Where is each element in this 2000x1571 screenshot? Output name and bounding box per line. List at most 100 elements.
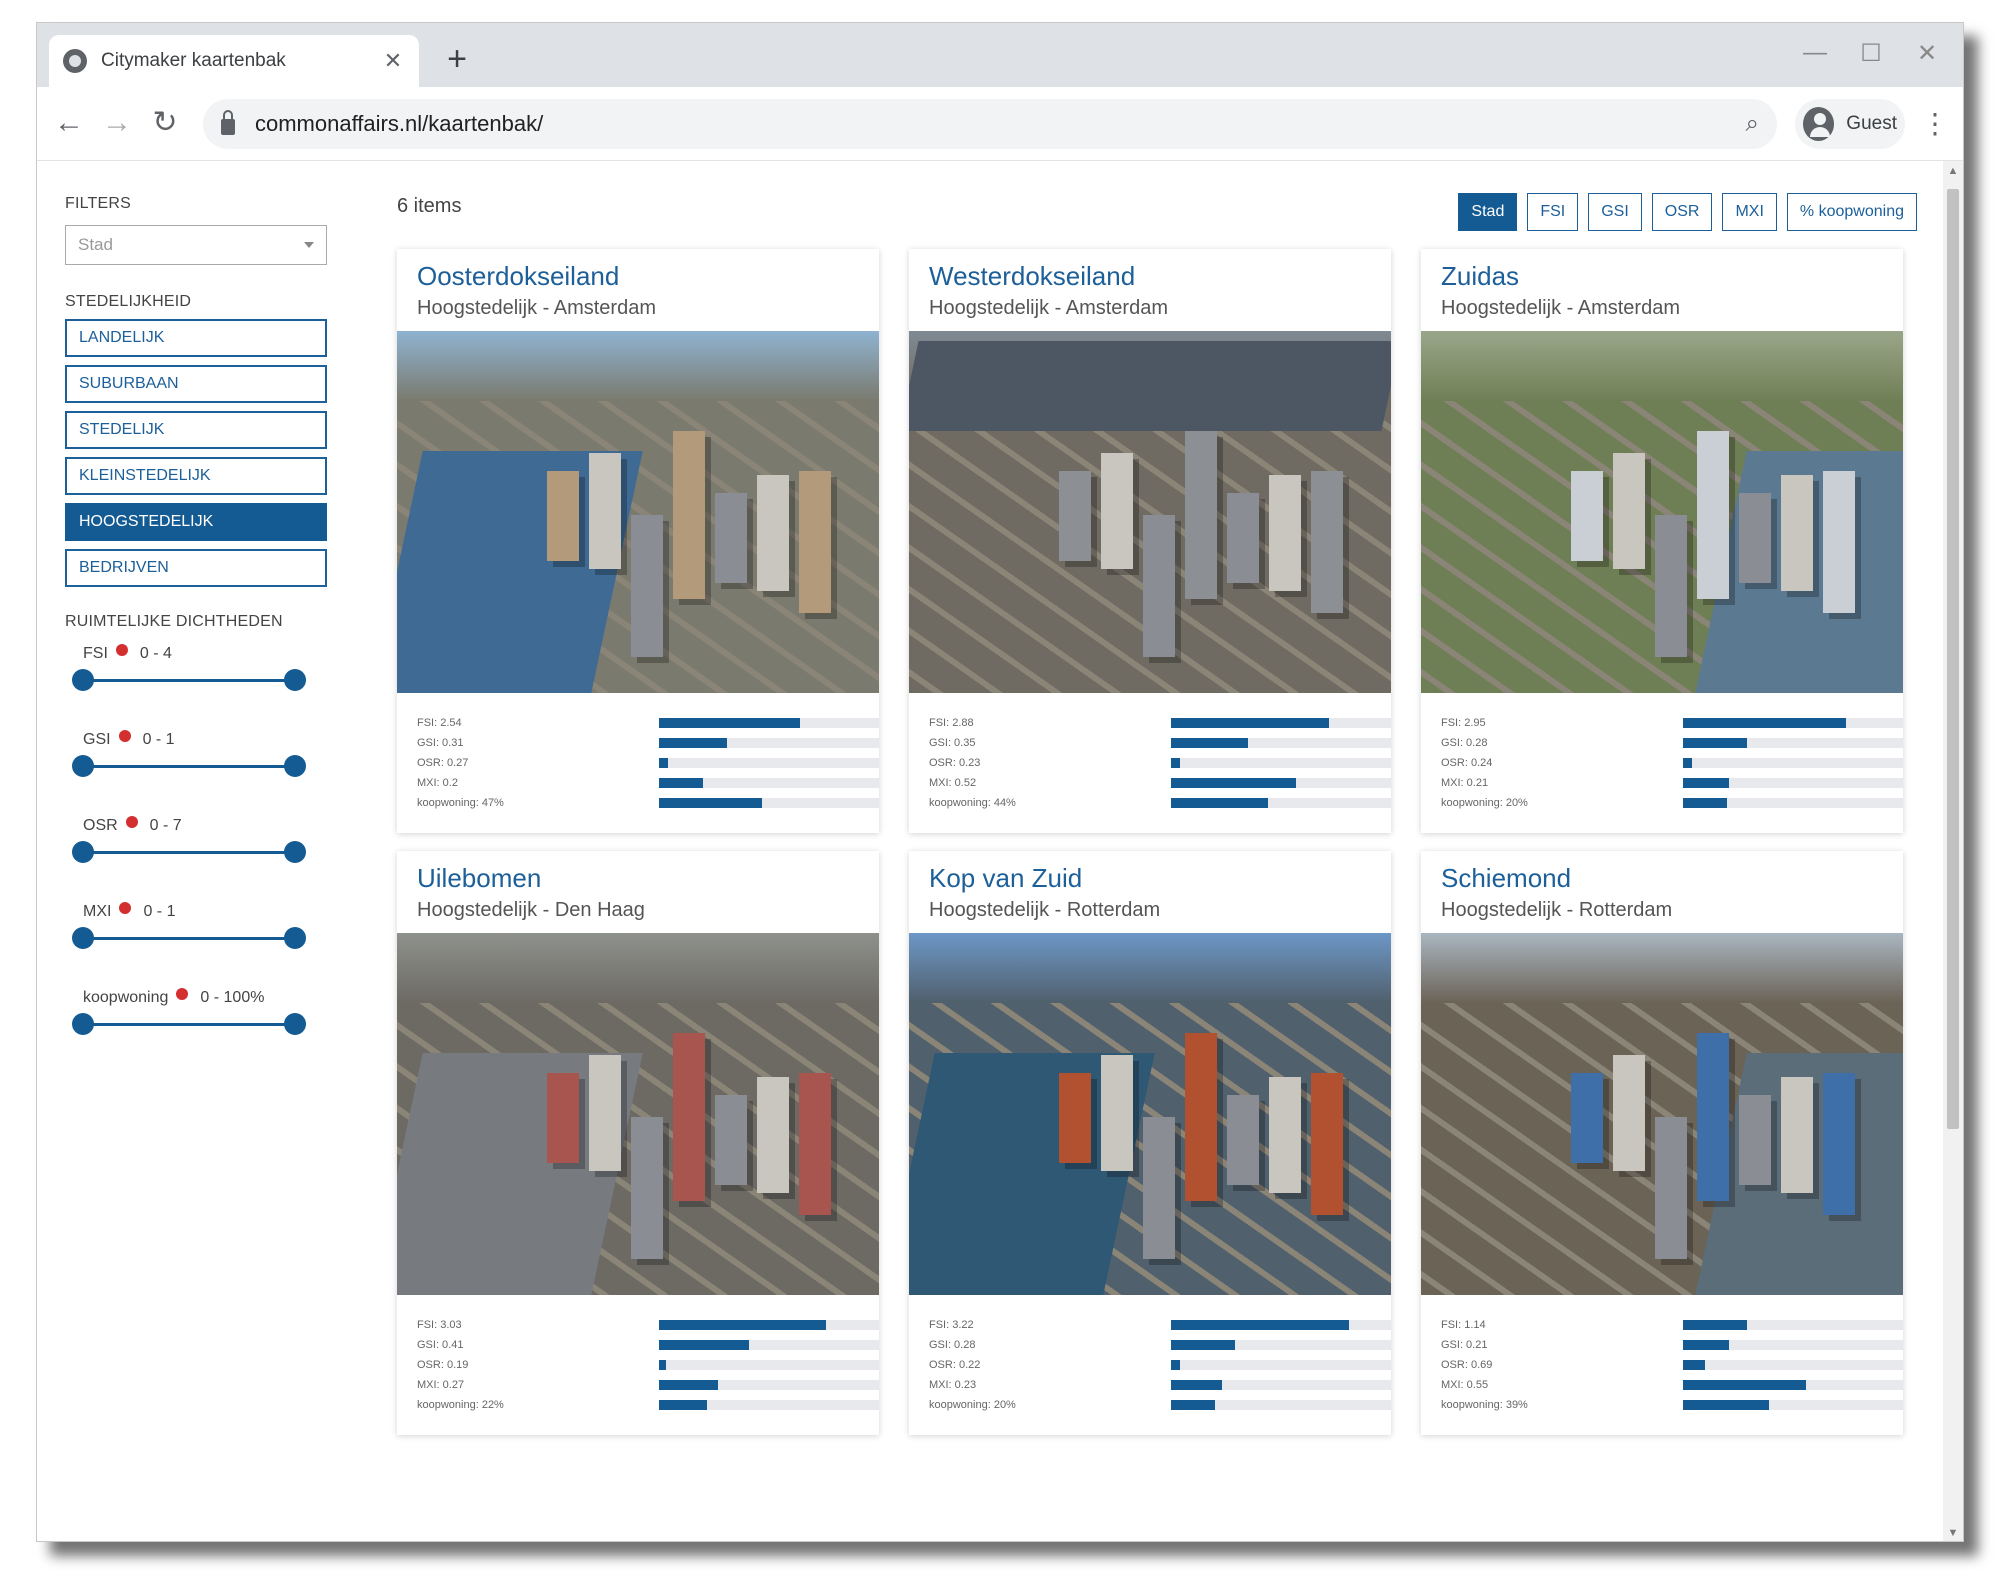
slider-label: koopwoning 0 - 100% (83, 988, 264, 1007)
location-card[interactable]: Zuidas Hoogstedelijk - Amsterdam FSI: 2.95… (1421, 249, 1903, 833)
stat-bar-track (1171, 778, 1391, 788)
card-title[interactable]: Schiemond (1441, 863, 1571, 894)
browser-tab[interactable]: Citymaker kaartenbak ✕ (49, 35, 419, 87)
stat-label: koopwoning: 20% (929, 1399, 1016, 1411)
sort-button-koopwoning[interactable]: % koopwoning (1786, 193, 1917, 231)
address-bar[interactable]: commonaffairs.nl/kaartenbak/ ⌕ (203, 99, 1777, 149)
card-title[interactable]: Westerdokseiland (929, 261, 1135, 292)
slider-min-handle[interactable] (72, 927, 94, 949)
info-icon[interactable] (176, 988, 189, 1000)
photo-building (1613, 453, 1645, 569)
slider-max-handle[interactable] (284, 755, 306, 777)
sort-button-mxi[interactable]: MXI (1722, 193, 1777, 231)
slider-track[interactable] (83, 851, 295, 854)
slider-max-handle[interactable] (284, 927, 306, 949)
stat-bar-fill (659, 1400, 708, 1410)
page-scrollbar[interactable]: ▲ ▼ (1943, 161, 1963, 1541)
scroll-up-icon[interactable]: ▲ (1943, 165, 1963, 177)
slider-track[interactable] (83, 937, 295, 940)
card-title[interactable]: Kop van Zuid (929, 863, 1082, 894)
slider-name: GSI (83, 731, 111, 748)
back-arrow-icon[interactable]: ← (49, 105, 89, 141)
slider-min-handle[interactable] (72, 1013, 94, 1035)
stat-label: OSR: 0.23 (929, 757, 981, 769)
category-button-stedelijk[interactable]: STEDELIJK (65, 411, 327, 449)
slider-min-handle[interactable] (72, 755, 94, 777)
stat-label: koopwoning: 47% (417, 797, 504, 809)
stat-label: FSI: 3.22 (929, 1319, 974, 1331)
stat-bar-fill (1171, 1360, 1180, 1370)
stat-label: koopwoning: 44% (929, 797, 1016, 809)
card-title[interactable]: Oosterdokseiland (417, 261, 619, 292)
slider-min-handle[interactable] (72, 669, 94, 691)
sort-toolbar: Stad FSI GSI OSR MXI% koopwoning (1458, 193, 1917, 231)
stat-bar-fill (659, 798, 763, 808)
slider-track[interactable] (83, 679, 295, 682)
forward-arrow-icon[interactable]: → (97, 105, 137, 141)
close-window-icon[interactable]: ✕ (1907, 39, 1947, 68)
menu-kebab-icon[interactable]: ⋮ (1921, 107, 1949, 140)
scroll-thumb[interactable] (1947, 189, 1959, 1129)
maximize-icon[interactable]: ☐ (1851, 39, 1891, 68)
slider-max-handle[interactable] (284, 1013, 306, 1035)
info-icon[interactable] (115, 644, 128, 656)
close-tab-icon[interactable]: ✕ (381, 48, 405, 74)
sort-button-stad[interactable]: Stad (1458, 193, 1518, 231)
info-icon[interactable] (125, 816, 138, 828)
stat-bar-track (1683, 1380, 1903, 1390)
city-select[interactable]: Stad (65, 225, 327, 265)
scroll-down-icon[interactable]: ▼ (1943, 1527, 1963, 1539)
stat-row: koopwoning: 20% (1441, 793, 1903, 813)
photo-building (1739, 1095, 1771, 1185)
category-button-bedrijven[interactable]: BEDRIJVEN (65, 549, 327, 587)
stat-bar-track (1683, 718, 1903, 728)
stat-label: MXI: 0.2 (417, 777, 458, 789)
stat-bar-fill (659, 1320, 827, 1330)
location-card[interactable]: Schiemond Hoogstedelijk - Rotterdam FSI: 1… (1421, 851, 1903, 1435)
info-icon[interactable] (119, 902, 132, 914)
photo-building (547, 1073, 579, 1163)
stat-label: MXI: 0.52 (929, 777, 977, 789)
browser-window: Citymaker kaartenbak ✕ + — ☐ ✕ ← → ↻ com… (36, 22, 1964, 1542)
new-tab-button[interactable]: + (437, 39, 477, 79)
filters-heading: FILTERS (65, 195, 132, 212)
stat-bar-track (1683, 798, 1903, 808)
category-button-suburbaan[interactable]: SUBURBAAN (65, 365, 327, 403)
profile-button[interactable]: Guest (1795, 99, 1905, 149)
card-title[interactable]: Zuidas (1441, 261, 1519, 292)
stat-bar-fill (1683, 798, 1727, 808)
stat-row: FSI: 3.03 (417, 1315, 879, 1335)
slider-track[interactable] (83, 765, 295, 768)
category-button-hoogstedelijk[interactable]: HOOGSTEDELIJK (65, 503, 327, 541)
minimize-icon[interactable]: — (1795, 39, 1835, 67)
slider-min-handle[interactable] (72, 841, 94, 863)
stat-row: GSI: 0.31 (417, 733, 879, 753)
location-card[interactable]: Westerdokseiland Hoogstedelijk - Amsterda… (909, 249, 1391, 833)
sort-button-osr[interactable]: OSR (1651, 193, 1713, 231)
photo-building (1697, 431, 1729, 599)
info-icon[interactable] (118, 730, 131, 742)
category-button-landelijk[interactable]: LANDELIJK (65, 319, 327, 357)
location-card[interactable]: Uilebomen Hoogstedelijk - Den Haag FSI: 3.… (397, 851, 879, 1435)
sort-button-gsi[interactable]: GSI (1588, 193, 1642, 231)
slider-track[interactable] (83, 1023, 295, 1026)
reload-icon[interactable]: ↻ (145, 105, 185, 141)
stat-bar-track (1171, 1400, 1391, 1410)
zoom-icon[interactable]: ⌕ (1746, 110, 1759, 138)
slider-max-handle[interactable] (284, 841, 306, 863)
browser-toolbar: ← → ↻ commonaffairs.nl/kaartenbak/ ⌕ Gue… (37, 87, 1963, 161)
stat-bar-track (1683, 778, 1903, 788)
stat-label: GSI: 0.21 (1441, 1339, 1488, 1351)
photo-sky (909, 933, 1391, 1003)
photo-sky (397, 933, 879, 1003)
category-button-kleinstedelijk[interactable]: KLEINSTEDELIJK (65, 457, 327, 495)
card-grid: Oosterdokseiland Hoogstedelijk - Amsterda… (397, 249, 1903, 1435)
stat-label: OSR: 0.24 (1441, 757, 1493, 769)
location-card[interactable]: Oosterdokseiland Hoogstedelijk - Amsterda… (397, 249, 879, 833)
slider-max-handle[interactable] (284, 669, 306, 691)
location-card[interactable]: Kop van Zuid Hoogstedelijk - Rotterdam FSI… (909, 851, 1391, 1435)
url-text[interactable]: commonaffairs.nl/kaartenbak/ (255, 111, 1746, 137)
aerial-photo (1421, 933, 1903, 1295)
sort-button-fsi[interactable]: FSI (1527, 193, 1579, 231)
card-title[interactable]: Uilebomen (417, 863, 541, 894)
